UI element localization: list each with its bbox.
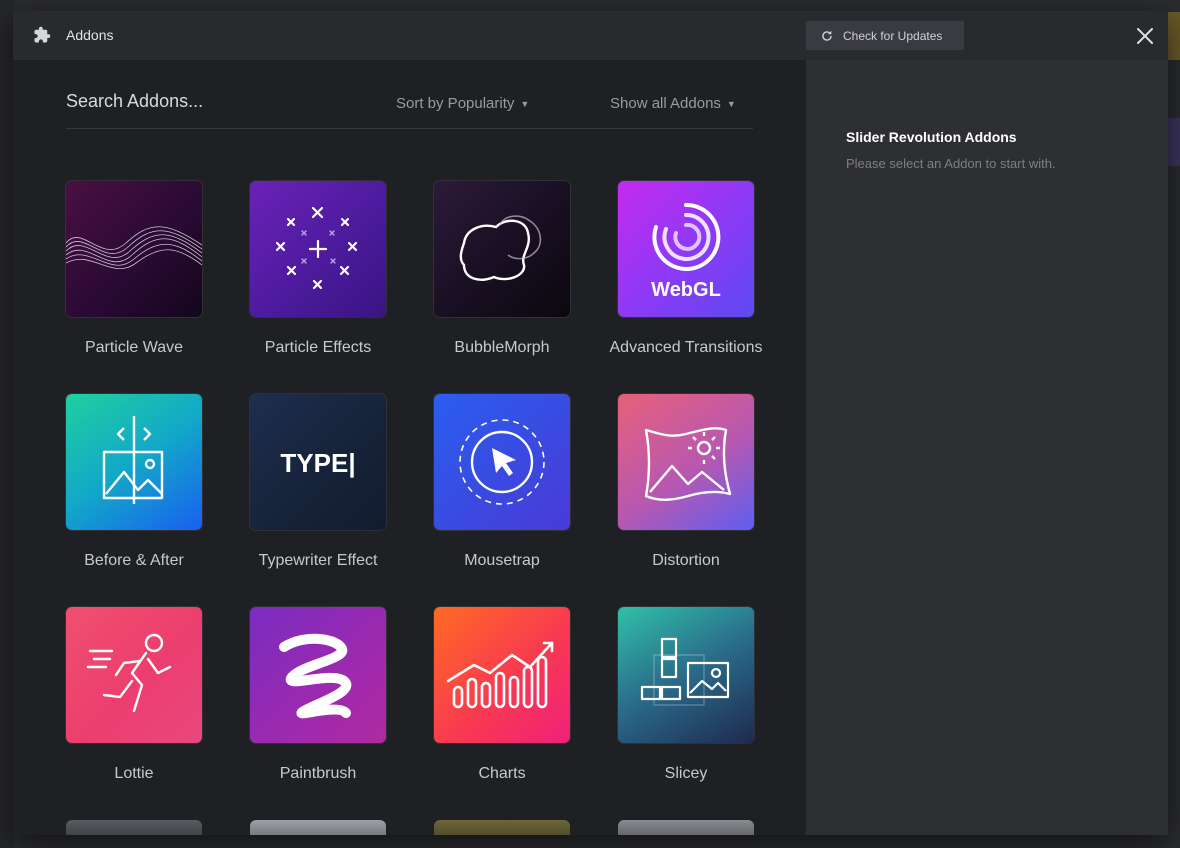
addon-thumbnail: [250, 607, 386, 743]
addon-paintbrush[interactable]: Paintbrush: [228, 607, 408, 783]
addon-thumbnail: [66, 607, 202, 743]
slices-icon: [640, 637, 730, 706]
addon-label: Lottie: [114, 765, 154, 782]
addon-label: Particle Effects: [264, 339, 372, 356]
addon-mousetrap[interactable]: Mousetrap: [412, 394, 592, 570]
distorted-image-icon: [644, 427, 732, 501]
addon-label: Mousetrap: [464, 552, 540, 569]
details-title: Slider Revolution Addons: [846, 129, 1017, 145]
brush-stroke-icon: [279, 633, 352, 719]
modal-title: Addons: [66, 27, 114, 43]
addon-thumbnail: [66, 394, 202, 530]
addon-label: BubbleMorph: [454, 339, 550, 356]
addon-thumbnail: TYPE|: [250, 394, 386, 530]
swirl-icon: WebGL: [651, 202, 721, 301]
addon-particle-effects[interactable]: Particle Effects: [228, 181, 408, 357]
type-text: TYPE|: [280, 448, 355, 478]
addons-list-pane: Sort by Popularity ▼ Show all Addons ▼: [13, 61, 806, 835]
addon-label: Charts: [478, 765, 526, 782]
addon-charts[interactable]: Charts: [412, 607, 592, 783]
addon-thumbnail-partial[interactable]: [434, 820, 570, 835]
puzzle-icon: [34, 26, 51, 43]
addon-lottie[interactable]: Lottie: [44, 607, 224, 783]
addon-label: Distortion: [652, 552, 720, 569]
runner-icon: [86, 633, 172, 713]
sort-dropdown[interactable]: Sort by Popularity ▼: [396, 95, 529, 112]
addon-particle-wave[interactable]: Particle Wave: [44, 181, 224, 357]
addon-thumbnail: [66, 181, 202, 317]
caret-down-icon: ▼: [726, 98, 736, 109]
addon-details-pane: Slider Revolution Addons Please select a…: [806, 60, 1168, 835]
addon-label: Slicey: [664, 765, 708, 782]
webgl-text: WebGL: [651, 279, 721, 301]
addon-thumbnail: WebGL: [618, 181, 754, 317]
addon-label: Advanced Transitions: [609, 339, 763, 356]
check-updates-button[interactable]: Check for Updates: [806, 21, 964, 50]
refresh-icon: [822, 30, 832, 41]
background-accent: [1168, 12, 1180, 60]
cursor-icon: [459, 419, 545, 505]
compare-icon: [102, 416, 164, 504]
addon-bubblemorph[interactable]: BubbleMorph: [412, 181, 592, 357]
background-sidebar: [0, 0, 14, 848]
bubble-icon: [459, 215, 542, 281]
addon-thumbnail: [618, 394, 754, 530]
toolbar-divider: [66, 128, 753, 129]
addon-thumbnail: [434, 394, 570, 530]
addon-thumbnail-partial[interactable]: [250, 820, 386, 835]
type-icon: TYPE|: [280, 448, 355, 478]
caret-down-icon: ▼: [520, 98, 530, 109]
details-subtitle: Please select an Addon to start with.: [846, 156, 1056, 171]
addon-label: Paintbrush: [279, 765, 357, 782]
addon-typewriter-effect[interactable]: TYPE| Typewriter Effect: [228, 394, 408, 570]
addon-before-after[interactable]: Before & After: [44, 394, 224, 570]
addon-thumbnail: [434, 607, 570, 743]
addon-thumbnail: [250, 181, 386, 317]
filter-dropdown[interactable]: Show all Addons ▼: [610, 95, 736, 112]
sparkles-icon: [275, 206, 358, 290]
addon-distortion[interactable]: Distortion: [596, 394, 776, 570]
search-input[interactable]: [66, 91, 366, 112]
addon-thumbnail-partial[interactable]: [66, 820, 202, 835]
filter-label: Show all Addons: [610, 95, 721, 112]
check-updates-label: Check for Updates: [843, 28, 943, 43]
modal-header: Addons Check for Updates: [13, 11, 1168, 61]
sort-label: Sort by Popularity: [396, 95, 515, 112]
addon-advanced-transitions[interactable]: WebGL Advanced Transitions: [596, 181, 776, 357]
addon-thumbnail: [618, 607, 754, 743]
particle-wave-icon: [66, 226, 202, 269]
addon-thumbnail: [434, 181, 570, 317]
addon-slicey[interactable]: Slicey: [596, 607, 776, 783]
addon-label: Typewriter Effect: [258, 552, 378, 569]
addons-modal: Addons Check for Updates Sort by Popular…: [13, 11, 1168, 835]
background-accent: [1168, 118, 1180, 166]
addon-label: Particle Wave: [84, 339, 184, 356]
addon-thumbnail-partial[interactable]: [618, 820, 754, 835]
chart-icon: [446, 641, 554, 709]
close-icon[interactable]: [1134, 25, 1156, 47]
addon-label: Before & After: [84, 552, 184, 569]
